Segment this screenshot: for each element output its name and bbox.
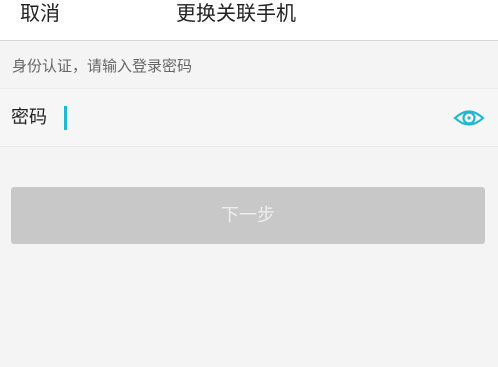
identity-hint: 身份认证，请输入登录密码	[12, 57, 193, 75]
next-button[interactable]: 下一步	[11, 187, 485, 244]
top-bar: 取消 更换关联手机	[0, 0, 498, 41]
page-title: 更换关联手机	[176, 1, 296, 25]
text-caret	[64, 106, 67, 130]
password-input[interactable]	[62, 103, 432, 133]
password-row: 密码	[0, 88, 498, 147]
password-label: 密码	[11, 107, 47, 128]
cancel-button[interactable]: 取消	[20, 0, 60, 26]
eye-icon[interactable]	[453, 103, 485, 133]
